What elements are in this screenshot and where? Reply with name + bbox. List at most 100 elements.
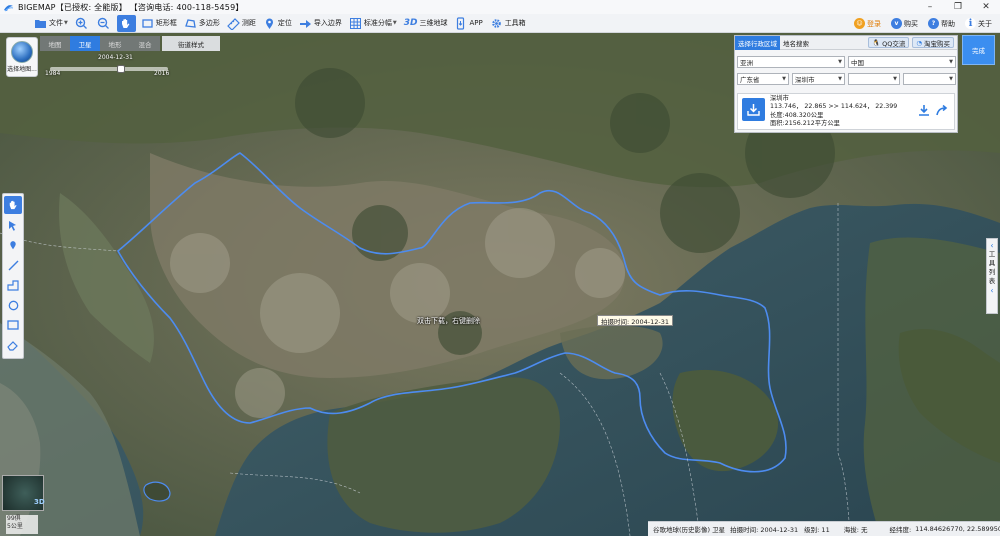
measure-label: 测距 [241, 19, 256, 27]
login-button[interactable]: ☺ 登录 [852, 15, 883, 32]
toolbox-button[interactable]: 工具箱 [488, 15, 528, 32]
close-button[interactable]: ✕ [972, 0, 1000, 14]
city-value: 深圳市 [795, 76, 815, 84]
buy-label: 购买 [904, 19, 918, 28]
marker-tool[interactable] [4, 236, 22, 254]
qq-chat-button[interactable]: 🐧 QQ交流 [868, 37, 910, 48]
slider-start-year: 1984 [45, 70, 61, 77]
share-icon[interactable] [936, 104, 948, 116]
tools-list-char: 具 [988, 259, 996, 267]
qq-icon: 🐧 [872, 38, 881, 47]
locate-button[interactable]: 定位 [261, 15, 294, 32]
zoom-out-button[interactable] [95, 15, 114, 32]
province-value: 广东省 [740, 76, 760, 84]
province-select[interactable]: 广东省 ▼ [737, 73, 789, 85]
zoom-in-button[interactable] [73, 15, 92, 32]
ruler-icon [227, 17, 240, 30]
city-select[interactable]: 深圳市 ▼ [792, 73, 845, 85]
file-menu[interactable]: 文件 ▼ [32, 15, 70, 32]
rect-box-button[interactable]: 矩形框 [139, 15, 179, 32]
chevron-down-icon: ▼ [392, 20, 397, 26]
tools-list-tab[interactable]: ‹ 工 具 列 表 ‹ [986, 238, 998, 314]
region-name: 深圳市 [770, 95, 789, 102]
chevron-down-icon: ▼ [838, 76, 842, 82]
rectangle-select-icon [142, 18, 153, 28]
tab-hybrid[interactable]: 混合 [130, 36, 160, 51]
import-boundary-button[interactable]: 导入边界 [297, 15, 344, 32]
buy-button[interactable]: v 购买 [889, 15, 920, 32]
map-hint-text: 双击下载，右键删除 [417, 317, 480, 325]
tab-map[interactable]: 地图 [40, 36, 70, 51]
line-tool[interactable] [4, 256, 22, 274]
chevron-down-icon: ▼ [949, 59, 953, 65]
chevron-left-icon: ‹ [990, 241, 994, 250]
continent-select[interactable]: 亚洲 ▼ [737, 56, 845, 68]
tab-terrain[interactable]: 地形 [100, 36, 130, 51]
circle-icon [8, 300, 18, 310]
status-elevation: 海拔: 无 [843, 526, 868, 534]
region-info-card: 深圳市 113.746， 22.865 >> 114.624， 22.399 长… [737, 93, 955, 130]
region-panel: 选择行政区域 地名搜索 🐧 QQ交流 ◔ 淘宝购买 亚洲 ▼ 中国 ▼ 广东省 ▼ 深圳市… [734, 35, 958, 133]
region-info-text: 深圳市 113.746， 22.865 >> 114.624， 22.399 长… [770, 95, 897, 128]
country-select[interactable]: 中国 ▼ [848, 56, 956, 68]
tab-admin-region[interactable]: 选择行政区域 [735, 35, 780, 50]
standard-split-label: 标准分幅 [363, 19, 392, 27]
download-region-button[interactable] [742, 98, 765, 121]
minimap-3d-label[interactable]: 3D [34, 498, 45, 506]
region-panel-tabs: 选择行政区域 地名搜索 🐧 QQ交流 ◔ 淘宝购买 [735, 35, 957, 50]
rectangle-tool[interactable] [4, 316, 22, 334]
tab-satellite[interactable]: 卫星 [70, 36, 100, 51]
about-button[interactable]: ℹ 关于 [963, 15, 994, 32]
minimize-button[interactable]: – [916, 0, 944, 14]
file-menu-label: 文件 [49, 19, 63, 27]
taobao-buy-button[interactable]: ◔ 淘宝购买 [912, 37, 954, 48]
download-icon[interactable] [918, 104, 930, 116]
street-style-button[interactable]: 街道样式 [162, 36, 220, 51]
polyline-tool[interactable] [4, 276, 22, 294]
town-select[interactable]: ▼ [903, 73, 956, 85]
tools-list-char: 列 [988, 268, 996, 276]
region-length: 长度:408.320公里 [770, 111, 824, 119]
globe-icon [11, 41, 33, 63]
map-pin-icon [10, 241, 16, 250]
standard-split-menu[interactable]: 标准分幅 ▼ [347, 15, 399, 32]
scale-line-1: 99俱 [7, 515, 21, 522]
region-bbox: 113.746， 22.865 >> 114.624， 22.399 [770, 103, 898, 111]
status-source: 谷歌地球(历史影像) 卫星 [653, 526, 726, 534]
tools-list-char: 表 [988, 277, 996, 285]
slider-handle[interactable] [116, 65, 125, 73]
help-button[interactable]: ? 帮助 [926, 15, 957, 32]
title-bar: BIGEMAP【已授权: 全能版】 【咨询电话: 400-118-5459】 –… [0, 0, 1000, 14]
pan-tool[interactable] [4, 196, 22, 214]
maximize-button[interactable]: ❐ [944, 0, 972, 14]
status-coords-label: 经纬度: [889, 526, 912, 534]
measure-button[interactable]: 测距 [225, 15, 258, 32]
status-bar: 谷歌地球(历史影像) 卫星 拍摄时间: 2004-12-31 级别: 11 海拔… [648, 521, 1000, 536]
map-source-selector[interactable]: 选择地图... [6, 37, 38, 77]
three-d-globe-button[interactable]: 3D 三维地球 [402, 15, 450, 32]
region-area: 面积:2156.212平方公里 [770, 119, 840, 127]
eraser-tool[interactable] [4, 336, 22, 354]
app-button[interactable]: APP [452, 15, 484, 32]
chevron-down-icon: ▼ [949, 76, 953, 82]
zoom-out-icon [97, 17, 109, 29]
eraser-icon [7, 341, 18, 351]
qq-label: QQ交流 [882, 39, 906, 48]
polygon-button[interactable]: 多边形 [182, 15, 222, 32]
taobao-label: 淘宝购买 [924, 39, 950, 48]
pan-tool-button[interactable] [116, 14, 136, 32]
taobao-icon: ◔ [916, 38, 922, 47]
gear-icon [491, 18, 501, 28]
hand-icon [9, 200, 17, 210]
pointer-arrow-icon [9, 220, 16, 231]
history-date-slider[interactable]: 2004-12-31 1984 2016 [42, 54, 172, 77]
district-select[interactable]: ▼ [848, 73, 900, 85]
select-tool[interactable] [4, 216, 22, 234]
map-pin-icon [265, 18, 273, 29]
rectangle-icon [7, 320, 19, 330]
tab-place-search[interactable]: 地名搜索 [780, 36, 812, 50]
circle-tool[interactable] [4, 296, 22, 314]
user-icon: ☺ [854, 18, 865, 29]
slider-track[interactable] [50, 67, 168, 71]
finish-button[interactable]: 完成 [962, 35, 995, 65]
